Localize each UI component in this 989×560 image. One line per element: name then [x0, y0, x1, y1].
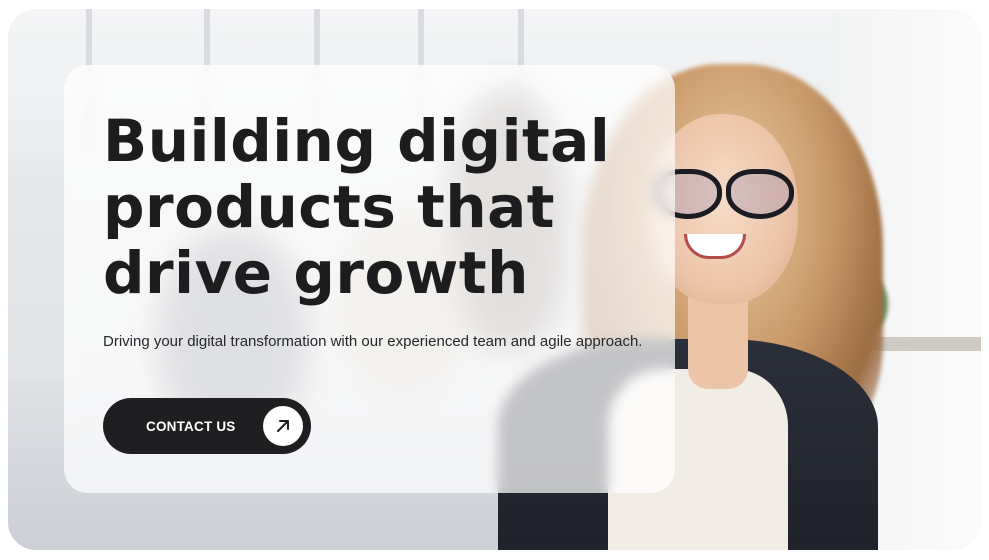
headline-line: drive growth — [103, 239, 529, 307]
headline-line: products that — [103, 173, 555, 241]
contact-us-label: CONTACT US — [146, 418, 236, 434]
glasses — [726, 169, 794, 219]
headline-line: Building digital — [103, 107, 611, 175]
hero-subtitle: Driving your digital transformation with… — [103, 333, 643, 350]
contact-us-button[interactable]: CONTACT US — [103, 398, 311, 454]
hero-headline: Building digital products that drive gro… — [103, 108, 663, 306]
arrow-up-right-icon — [263, 406, 303, 446]
